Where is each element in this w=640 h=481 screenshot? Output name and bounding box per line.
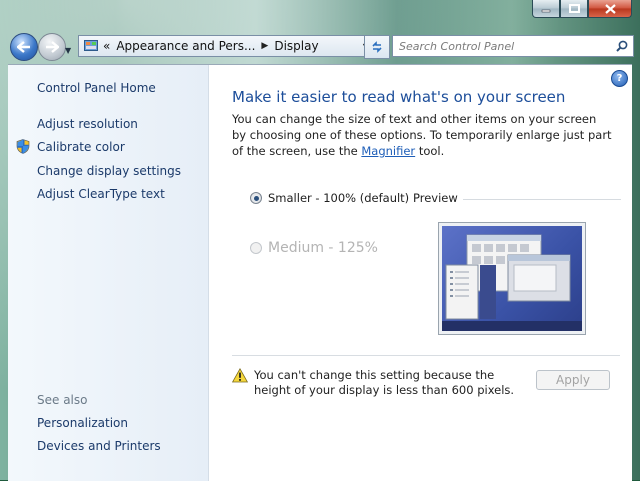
sidebar-personalization[interactable]: Personalization <box>37 416 128 430</box>
preview-divider <box>463 199 621 200</box>
sidebar-control-panel-home[interactable]: Control Panel Home <box>37 81 156 95</box>
forward-arrow-icon <box>46 41 59 53</box>
radio-medium <box>250 242 262 254</box>
back-arrow-icon <box>17 41 30 53</box>
section-divider <box>232 355 620 356</box>
back-button[interactable] <box>10 33 38 61</box>
maximize-icon <box>568 4 580 13</box>
search-input[interactable] <box>393 38 611 54</box>
control-panel-icon <box>84 40 98 51</box>
sidebar-adjust-resolution[interactable]: Adjust resolution <box>37 117 138 131</box>
close-icon <box>604 3 616 14</box>
address-bar[interactable]: « Appearance and Pers... ▶ Display ▼ <box>78 35 375 57</box>
search-icon[interactable] <box>611 40 633 52</box>
desktop-preview <box>442 226 582 331</box>
option-medium-label: Medium - 125% <box>268 240 378 256</box>
refresh-icon <box>372 41 382 53</box>
page-description: You can change the size of text and othe… <box>232 111 612 159</box>
refresh-button[interactable] <box>364 35 390 59</box>
option-smaller[interactable]: Smaller - 100% (default) <box>250 191 409 205</box>
radio-smaller[interactable] <box>250 192 262 204</box>
navigation-bar: ▼ « Appearance and Pers... ▶ Display ▼ <box>8 30 634 64</box>
sidebar-adjust-cleartype[interactable]: Adjust ClearType text <box>37 187 165 201</box>
preview-label: Preview <box>413 191 458 205</box>
see-also-heading: See also <box>37 393 88 407</box>
search-box[interactable] <box>392 35 634 57</box>
warning-message: You can't change this setting because th… <box>254 368 515 397</box>
help-icon[interactable]: ? <box>611 70 628 87</box>
control-panel-window: Control Panel Home Adjust resolution Cal… <box>8 64 632 481</box>
forward-button[interactable] <box>38 33 66 61</box>
magnifier-link[interactable]: Magnifier <box>361 144 415 158</box>
desktop-preview-illustration <box>442 234 582 331</box>
window-controls <box>532 0 632 19</box>
warning-icon <box>232 368 248 383</box>
radio-selected-dot <box>253 195 259 201</box>
apply-button: Apply <box>536 370 610 390</box>
sidebar-calibrate-color[interactable]: Calibrate color <box>37 140 125 154</box>
maximize-button[interactable] <box>560 0 588 18</box>
recent-pages-chevron-icon[interactable]: ▼ <box>65 46 71 55</box>
sidebar-change-display-settings[interactable]: Change display settings <box>37 164 181 178</box>
breadcrumb-overflow[interactable]: « <box>103 39 110 53</box>
breadcrumb-item-appearance[interactable]: Appearance and Pers... <box>116 39 255 53</box>
description-tail: tool. <box>415 144 445 158</box>
page-title: Make it easier to read what's on your sc… <box>232 88 566 106</box>
close-button[interactable] <box>588 0 632 18</box>
minimize-icon <box>541 9 551 12</box>
minimize-button[interactable] <box>532 0 560 18</box>
window-frame: ▼ « Appearance and Pers... ▶ Display ▼ C… <box>0 0 640 481</box>
breadcrumb-separator-icon[interactable]: ▶ <box>261 41 268 51</box>
shield-icon <box>16 139 30 154</box>
sidebar: Control Panel Home Adjust resolution Cal… <box>8 65 209 481</box>
option-smaller-label[interactable]: Smaller - 100% (default) <box>268 191 409 205</box>
sidebar-devices-and-printers[interactable]: Devices and Printers <box>37 439 161 453</box>
breadcrumb-item-display[interactable]: Display <box>274 39 318 53</box>
preview-image <box>438 222 586 335</box>
main-panel: ? Make it easier to read what's on your … <box>208 65 632 481</box>
option-medium: Medium - 125% <box>250 240 378 256</box>
